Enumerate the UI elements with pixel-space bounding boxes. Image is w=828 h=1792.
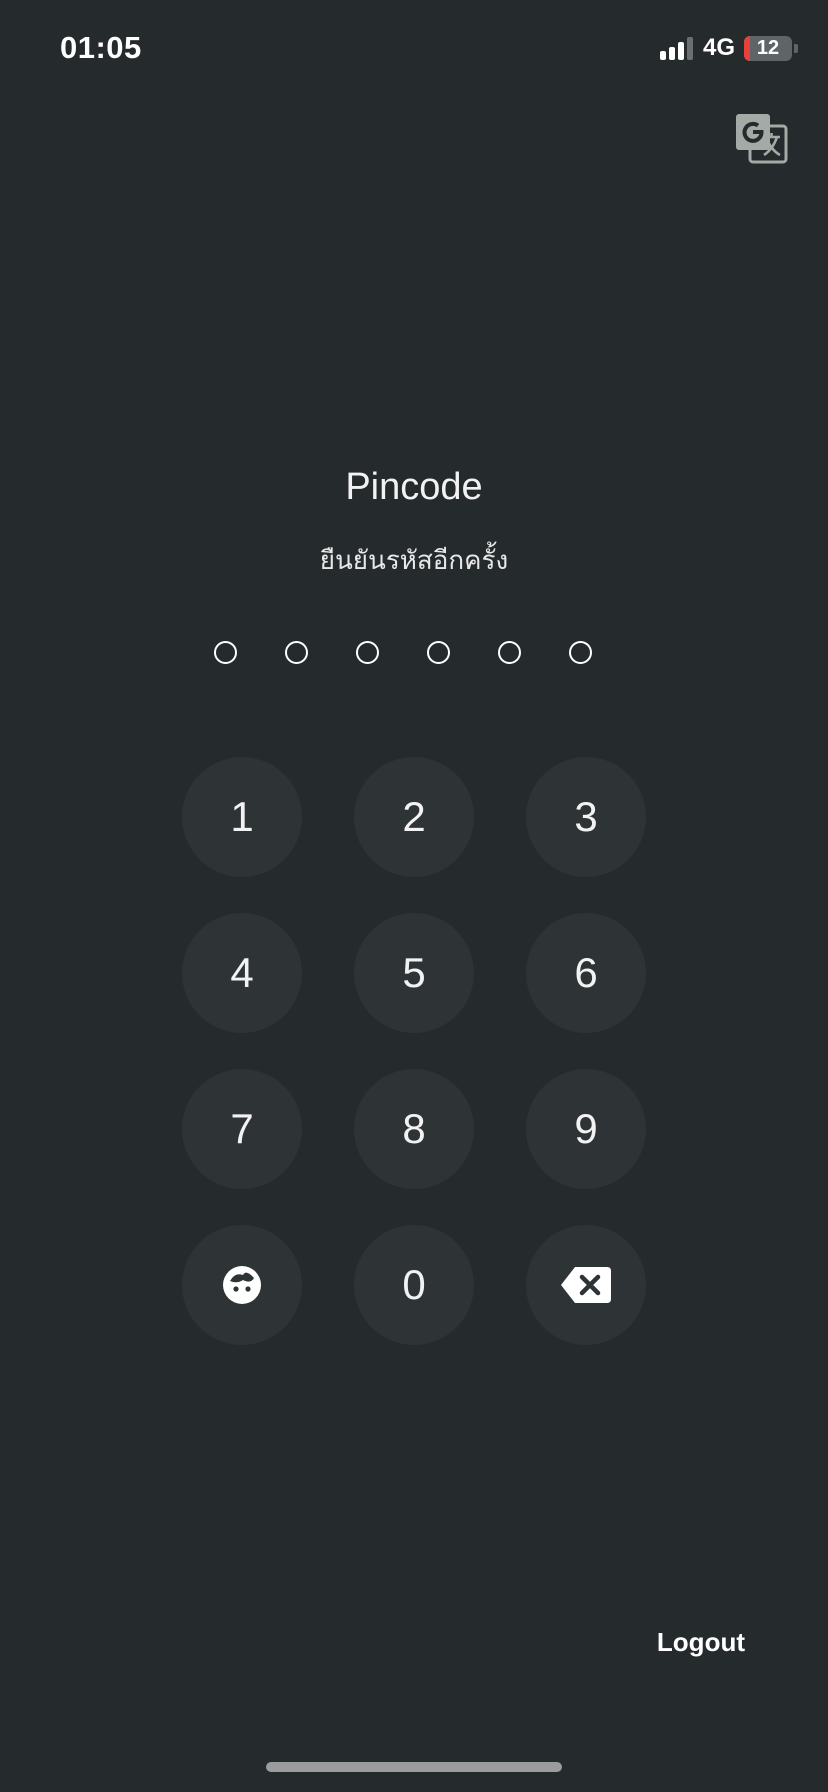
- pin-dot: [498, 641, 521, 664]
- translate-button[interactable]: [736, 114, 788, 164]
- home-indicator[interactable]: [266, 1762, 562, 1772]
- pin-dot: [214, 641, 237, 664]
- status-indicators: 4G 12: [659, 34, 798, 62]
- pin-indicator: [214, 641, 592, 664]
- pin-dot: [569, 641, 592, 664]
- key-7[interactable]: 7: [182, 1069, 302, 1189]
- key-6[interactable]: 6: [526, 913, 646, 1033]
- cellular-signal-icon: [659, 36, 693, 60]
- key-1[interactable]: 1: [182, 757, 302, 877]
- face-id-icon: [223, 1266, 261, 1304]
- logout-button[interactable]: Logout: [657, 1627, 745, 1658]
- face-id-button[interactable]: [182, 1225, 302, 1345]
- key-4[interactable]: 4: [182, 913, 302, 1033]
- battery-tip: [794, 43, 798, 53]
- network-type: 4G: [702, 34, 735, 61]
- key-9[interactable]: 9: [526, 1069, 646, 1189]
- pin-dot: [285, 641, 308, 664]
- battery-icon: 12: [744, 35, 792, 61]
- google-translate-icon: [736, 114, 788, 164]
- key-8[interactable]: 8: [354, 1069, 474, 1189]
- delete-button[interactable]: [526, 1225, 646, 1345]
- key-2[interactable]: 2: [354, 757, 474, 877]
- battery-level: 12: [756, 36, 780, 59]
- page-subtitle: ยืนยันรหัสอีกครั้ง: [319, 545, 509, 575]
- page-title: Pincode: [345, 466, 483, 508]
- key-3[interactable]: 3: [526, 757, 646, 877]
- key-5[interactable]: 5: [354, 913, 474, 1033]
- pin-dot: [356, 641, 379, 664]
- backspace-icon: [561, 1267, 611, 1303]
- status-time: 01:05: [60, 30, 142, 65]
- key-0[interactable]: 0: [354, 1225, 474, 1345]
- pin-dot: [427, 641, 450, 664]
